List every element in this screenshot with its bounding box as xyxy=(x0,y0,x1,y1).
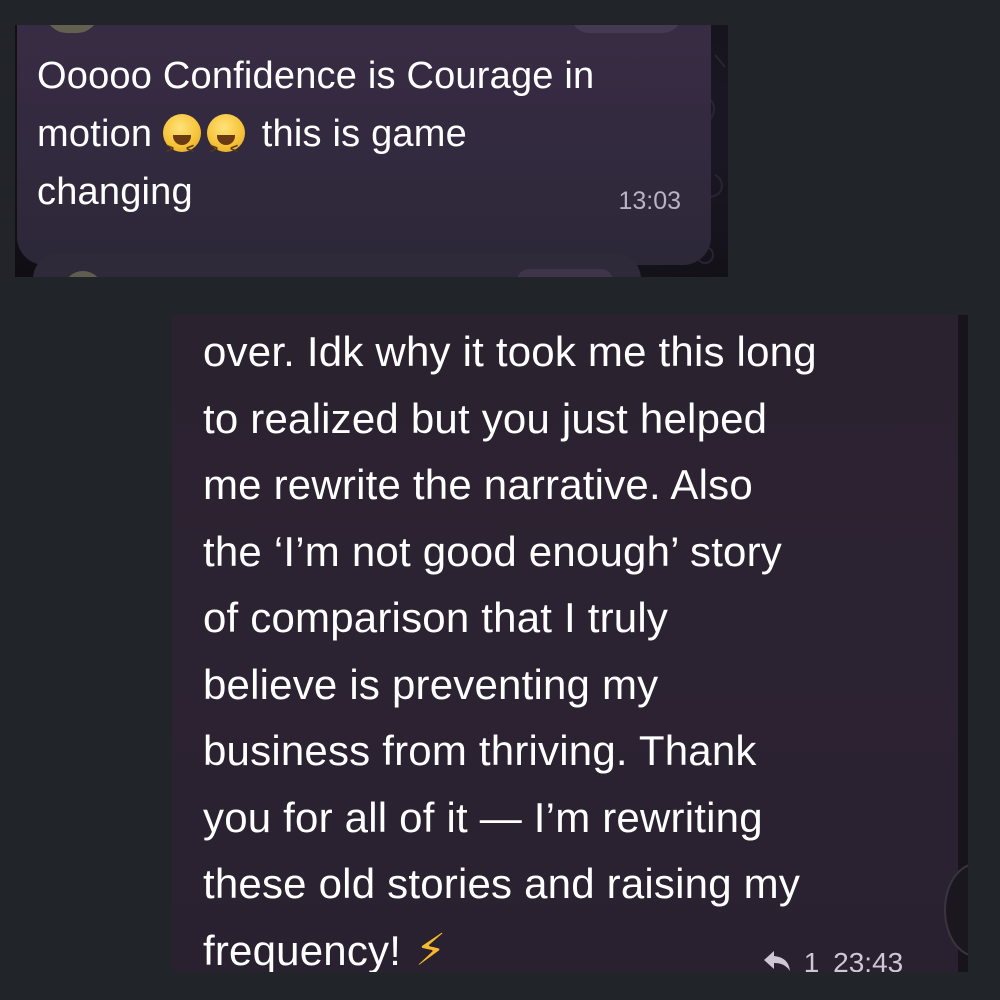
message-line: me rewrite the narrative. Also xyxy=(203,461,753,508)
forward-chip xyxy=(517,269,613,277)
top-screenshot: Ooooo Confidence is Courage in motion th… xyxy=(15,25,728,277)
message-line: to realized but you just helped xyxy=(203,394,768,442)
message-line-text: frequency! xyxy=(203,926,402,973)
message-timestamp: 23:43 xyxy=(833,947,904,972)
message-line: the ‘I’m not good enough’ story xyxy=(203,527,783,575)
message-text: over. Idk why it took me this long to re… xyxy=(203,319,953,972)
message-line: this is game xyxy=(261,113,467,155)
message-line: motion xyxy=(37,113,153,155)
sender-avatar[interactable] xyxy=(63,271,103,277)
grinning-squinting-face-icon xyxy=(163,114,202,177)
message-text: Ooooo Confidence is Courage in motion th… xyxy=(37,47,697,221)
reply-count[interactable]: 1 xyxy=(804,947,820,972)
lightning-icon: ⚡ xyxy=(415,925,447,973)
message-line: these old stories and raising my xyxy=(203,860,801,907)
grinning-squinting-face-icon xyxy=(207,114,246,177)
message-meta: 1 23:43 xyxy=(762,947,903,972)
message-line: of comparison that I truly xyxy=(203,594,669,641)
next-message-bubble[interactable] xyxy=(33,253,641,277)
message-line: you for all of it — I’m rewriting xyxy=(203,793,763,841)
reply-icon[interactable] xyxy=(762,948,792,972)
incoming-message-bubble[interactable]: Ooooo Confidence is Courage in motion th… xyxy=(17,25,711,265)
message-line: Ooooo Confidence is Courage in xyxy=(37,55,595,97)
message-line: believe is preventing my xyxy=(203,660,659,708)
message-line: changing xyxy=(37,171,193,213)
message-timestamp: 13:03 xyxy=(618,187,681,215)
message-line: business from thriving. Thank xyxy=(203,727,757,774)
sender-avatar[interactable] xyxy=(45,25,99,33)
forward-chip xyxy=(571,25,681,33)
bottom-screenshot: over. Idk why it took me this long to re… xyxy=(172,315,968,972)
message-line: over. Idk why it took me this long xyxy=(203,328,817,375)
